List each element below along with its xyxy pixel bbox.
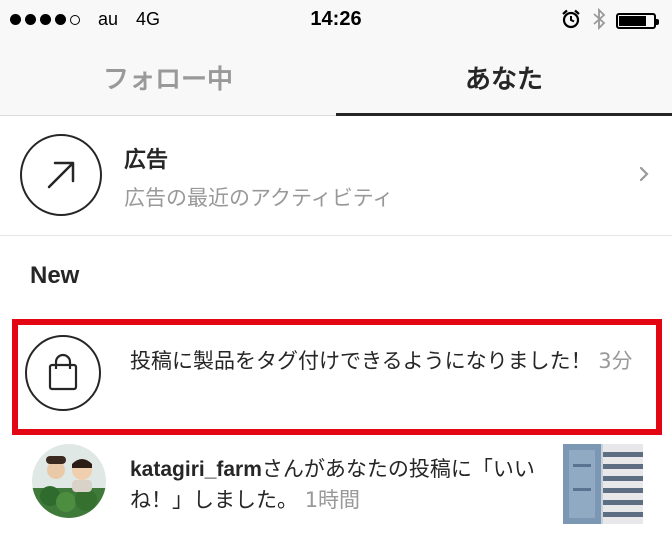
status-bar: au 4G 14:26 <box>0 0 672 40</box>
notification-like[interactable]: katagiri_farmさんがあなたの投稿に「いいね！」しました。 1時間 <box>130 454 560 515</box>
alarm-icon <box>560 8 582 34</box>
avatar[interactable] <box>32 444 106 518</box>
battery-icon <box>616 13 659 29</box>
activity-tabs: フォロー中 あなた <box>0 40 672 116</box>
notification-product-tags[interactable]: 投稿に製品をタグ付けできるようになりました！ 3分 <box>130 346 635 376</box>
section-title-new: New <box>30 262 80 289</box>
highlight-box <box>12 319 662 435</box>
post-thumbnail[interactable] <box>563 444 643 524</box>
ads-activity-row[interactable]: 広告 広告の最近のアクティビティ <box>0 116 672 236</box>
notification-time: 3分 <box>598 349 633 373</box>
chevron-right-icon <box>638 164 650 188</box>
like-notification-time: 1時間 <box>304 488 361 512</box>
ads-subtitle: 広告の最近のアクティビティ <box>124 186 394 210</box>
status-icons <box>560 7 659 34</box>
ads-title: 広告 <box>124 148 169 173</box>
shopping-bag-icon <box>25 335 101 411</box>
username-link[interactable]: katagiri_farm <box>130 458 262 481</box>
arrow-up-right-icon <box>20 134 102 216</box>
bluetooth-icon <box>592 7 606 34</box>
tab-you[interactable]: あなた <box>336 40 672 115</box>
notification-text: 投稿に製品をタグ付けできるようになりました！ <box>130 349 592 373</box>
tab-following[interactable]: フォロー中 <box>0 40 336 115</box>
